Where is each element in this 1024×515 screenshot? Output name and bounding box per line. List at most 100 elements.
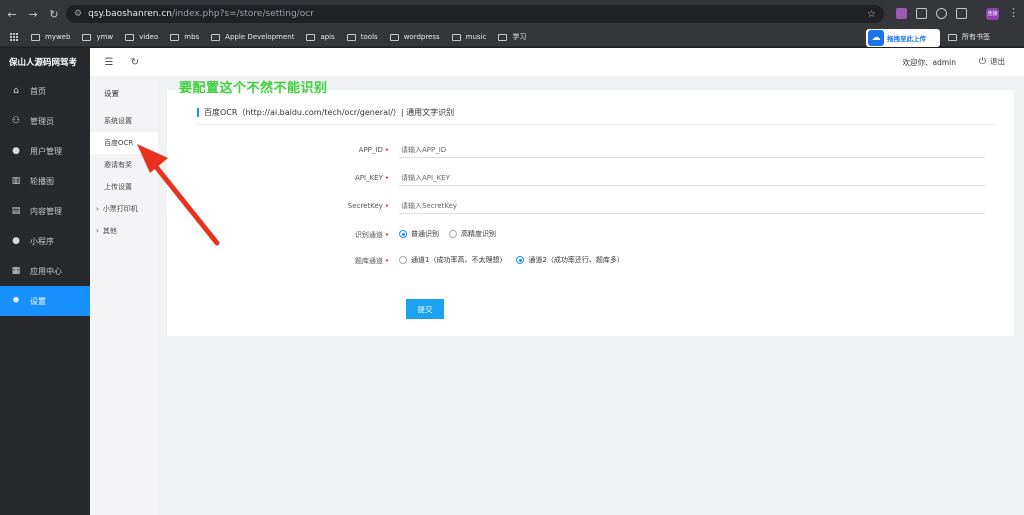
bookmark-folder[interactable]: apis — [306, 33, 335, 41]
all-bookmarks-label: 所有书签 — [962, 33, 990, 41]
cloud-upload-icon: ☁ — [868, 30, 884, 46]
submenu-item[interactable]: 百度OCR — [90, 132, 158, 154]
app-id-input[interactable] — [399, 142, 985, 158]
sidebar-item[interactable]: ✹ 设置 — [0, 286, 90, 316]
sidebar-item[interactable]: ▥ 轮播图 — [0, 166, 90, 196]
sidebar-item-label: 首页 — [30, 86, 46, 96]
refresh-icon[interactable]: ↻ — [128, 57, 142, 68]
channel-option-normal[interactable]: 普通识别 — [399, 229, 439, 239]
radio-icon — [399, 256, 407, 264]
sidebar-item-label: 管理员 — [30, 116, 54, 126]
bookmark-folder[interactable]: ymw — [82, 33, 113, 41]
carousel-icon: ▥ — [11, 176, 21, 186]
bank-radio-group: 通道1（成功率高、不太理想） 通道2（成功率还行、题库多） — [399, 255, 634, 265]
submenu-title: 设置 — [104, 88, 119, 98]
ocr-settings-card: 百度OCR（http://ai.baidu.com/tech/ocr/gener… — [167, 90, 1014, 336]
sidebar-item[interactable]: ⚇ 管理员 — [0, 106, 90, 136]
address-bar[interactable]: ⚙ qsy.baoshanren.cn/index.php?s=/store/s… — [66, 5, 884, 23]
folder-icon — [346, 33, 356, 41]
miniprogram-icon: ● — [12, 236, 20, 246]
submenu-item[interactable]: › 其他 — [90, 220, 158, 242]
bookmark-label: apis — [320, 33, 335, 41]
bookmark-label: mbs — [184, 33, 200, 41]
folder-icon — [82, 33, 92, 41]
admin-app: 保山人源码网驾考 ⌂ 首页 ⚇ 管理员 ● 用户管理 ▥ 轮播图 ▤ 内容管理 ● 小程序 ▦ 应用中心 ✹… — [0, 48, 1024, 515]
bookmark-label: Apple Development — [225, 33, 295, 41]
submenu-item-label: 小票打印机 — [102, 205, 138, 213]
api-key-input[interactable] — [399, 170, 985, 186]
admin-icon: ⚇ — [11, 116, 21, 126]
drag-upload-button[interactable]: ☁ 拖拽至此上传 — [866, 29, 940, 47]
extension-icon[interactable] — [936, 8, 947, 19]
bank-label: 题库通道 • — [354, 257, 389, 265]
bank-option-2[interactable]: 通道2（成功率还行、题库多） — [516, 255, 624, 265]
apps-grid-icon[interactable] — [10, 32, 19, 42]
chevron-right-icon: › — [96, 205, 99, 213]
extension-icon[interactable] — [896, 8, 907, 19]
folder-icon — [125, 33, 135, 41]
main-content: 百度OCR（http://ai.baidu.com/tech/ocr/gener… — [158, 76, 1024, 515]
bookmark-folder[interactable]: wordpress — [389, 33, 440, 41]
brand-title: 保山人源码网驾考 — [9, 58, 78, 68]
radio-icon — [516, 256, 525, 264]
sidebar-item-label: 小程序 — [30, 236, 54, 246]
profile-avatar[interactable]: 连接 — [986, 8, 999, 20]
logout-button[interactable]: ⏻ 退出 — [979, 56, 1005, 67]
bookmark-folder[interactable]: video — [125, 33, 158, 41]
folder-icon — [306, 33, 316, 41]
bookmark-folder[interactable]: music — [451, 33, 487, 41]
bookmark-folder[interactable]: Apple Development — [211, 33, 294, 41]
bookmark-label: wordpress — [403, 33, 440, 41]
field-label-app-id: APP_ID • — [358, 146, 389, 154]
submenu-item-label: 百度OCR — [104, 139, 134, 147]
reload-icon[interactable]: ↻ — [45, 8, 63, 21]
submenu-item[interactable]: 系统设置 — [90, 110, 158, 132]
bookmark-folder[interactable]: myweb — [31, 33, 70, 41]
bookmark-label: music — [465, 33, 487, 41]
submenu-item[interactable]: 邀请有奖 — [90, 154, 158, 176]
settings-icon: ✹ — [12, 296, 20, 306]
sidebar-item[interactable]: ⌂ 首页 — [0, 76, 90, 106]
all-bookmarks[interactable]: 所有书签 — [948, 32, 990, 42]
sidebar-item[interactable]: ▦ 应用中心 — [0, 256, 90, 286]
sidebar-item-label: 设置 — [30, 296, 46, 306]
channel-option-high[interactable]: 高精度识别 — [449, 229, 496, 239]
bookmark-folder[interactable]: 学习 — [498, 32, 526, 42]
folder-icon — [389, 33, 399, 41]
sidebar-item[interactable]: ● 用户管理 — [0, 136, 90, 166]
sidebar: 保山人源码网驾考 ⌂ 首页 ⚇ 管理员 ● 用户管理 ▥ 轮播图 ▤ 内容管理 ● 小程序 ▦ 应用中心 ✹… — [0, 48, 90, 515]
submenu-item-label: 邀请有奖 — [104, 161, 132, 169]
submenu-item[interactable]: 上传设置 — [90, 176, 158, 198]
collapse-menu-icon[interactable]: ☰ — [102, 57, 116, 68]
sidebar-item[interactable]: ▤ 内容管理 — [0, 196, 90, 226]
sidebar-item[interactable]: ● 小程序 — [0, 226, 90, 256]
browser-menu-icon[interactable]: ⋮ — [1008, 6, 1019, 19]
submenu-item[interactable]: › 小票打印机 — [90, 198, 158, 220]
logout-label: 退出 — [990, 57, 1005, 66]
bookmark-label: tools — [360, 33, 378, 41]
extensions-puzzle-icon[interactable] — [956, 8, 967, 19]
field-label-api-key: API_KEY • — [354, 174, 389, 182]
url-host: qsy.baoshanren.cn — [88, 9, 172, 19]
folder-icon — [498, 33, 508, 41]
sidebar-item-label: 轮播图 — [30, 176, 54, 186]
extension-icon[interactable] — [916, 8, 927, 19]
channel-radio-group: 普通识别 高精度识别 — [399, 229, 506, 239]
submit-button[interactable]: 提交 — [406, 299, 444, 319]
url-path: /index.php?s=/store/setting/ocr — [172, 9, 314, 19]
site-info-icon[interactable]: ⚙ — [74, 9, 82, 19]
user-icon: ● — [12, 146, 20, 156]
secret-key-input[interactable] — [399, 198, 985, 214]
divider — [197, 124, 997, 125]
card-title: 百度OCR（http://ai.baidu.com/tech/ocr/gener… — [204, 108, 455, 117]
bookmark-folder[interactable]: mbs — [170, 33, 199, 41]
bookmark-folder[interactable]: tools — [346, 33, 378, 41]
forward-icon[interactable]: → — [24, 8, 42, 21]
sidebar-item-label: 应用中心 — [30, 266, 62, 276]
bank-option-1[interactable]: 通道1（成功率高、不太理想） — [399, 255, 506, 265]
submenu-item-label: 上传设置 — [104, 183, 132, 191]
folder-icon — [451, 33, 461, 41]
upload-label: 拖拽至此上传 — [887, 35, 926, 43]
back-icon[interactable]: ← — [3, 8, 21, 21]
bookmark-star-icon[interactable]: ☆ — [867, 9, 876, 20]
